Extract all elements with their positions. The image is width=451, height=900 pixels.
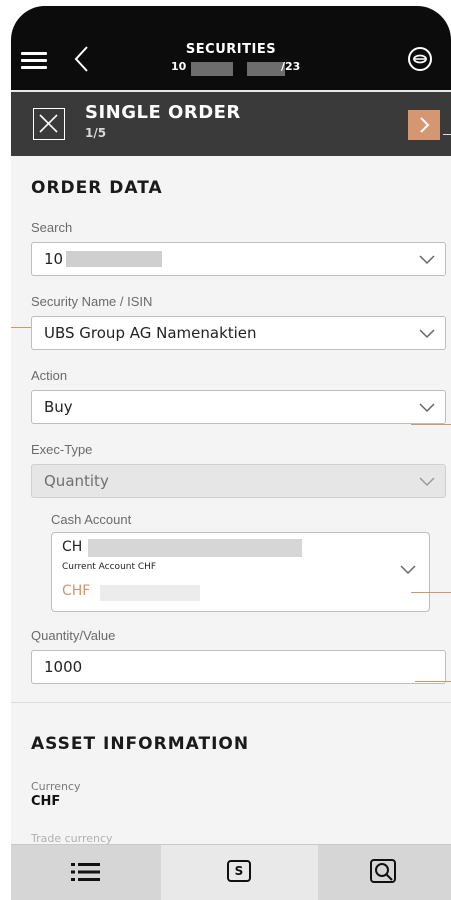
security-value: UBS Group AG Namenaktien (44, 324, 257, 342)
subtitle-suffix: /23 (281, 60, 301, 73)
redacted-block (247, 62, 285, 76)
securities-icon: S (227, 860, 251, 882)
callout-line (415, 681, 451, 682)
redacted-block (100, 585, 200, 601)
currency-label: Currency (31, 780, 81, 793)
bottom-tab-bar: S (11, 844, 451, 900)
chevron-down-icon (419, 255, 435, 265)
search-label: Search (31, 220, 73, 235)
search-value: 10 (44, 250, 64, 268)
order-step: 1/5 (85, 126, 107, 140)
list-icon (71, 863, 100, 881)
close-button[interactable] (33, 108, 65, 140)
search-field[interactable]: 10 (31, 242, 446, 276)
callout-line (11, 327, 31, 328)
subtitle-prefix: 10 (171, 60, 187, 73)
quantity-label: Quantity/Value (31, 628, 116, 643)
iban-prefix: CH (62, 539, 83, 555)
chevron-down-icon (419, 329, 435, 339)
exec-type-label: Exec-Type (31, 442, 93, 457)
callout-line (411, 424, 451, 425)
order-title: SINGLE ORDER (85, 102, 241, 123)
quantity-value: 1000 (44, 658, 83, 676)
phone-screen: SECURITIES 10 /23 SINGLE ORDER 1/5 ORDER… (11, 6, 451, 900)
order-data-heading: ORDER DATA (31, 178, 163, 198)
action-label: Action (31, 368, 68, 383)
cash-account-label: Cash Account (51, 512, 132, 527)
close-icon (39, 114, 58, 133)
redacted-block (88, 539, 302, 557)
balance-prefix: CHF (62, 583, 91, 599)
action-value: Buy (44, 398, 73, 416)
chevron-down-icon (400, 565, 416, 575)
security-select[interactable]: UBS Group AG Namenaktien (31, 316, 446, 350)
callout-line (411, 592, 451, 593)
search-icon (370, 859, 396, 883)
page-title: SECURITIES (185, 42, 277, 57)
coin-icon[interactable] (407, 46, 433, 72)
section-divider (11, 702, 451, 703)
top-header: SECURITIES 10 /23 (11, 6, 451, 90)
chevron-right-icon (420, 117, 430, 133)
header-subtitle: 10 /23 (171, 60, 331, 78)
account-name: Current Account CHF (62, 562, 157, 572)
redacted-block (191, 62, 233, 76)
chevron-down-icon (419, 477, 435, 487)
redacted-block (66, 251, 162, 267)
currency-value: CHF (31, 794, 61, 809)
exec-type-value: Quantity (44, 472, 109, 490)
next-button[interactable] (408, 110, 440, 140)
cash-account-select[interactable]: CH Current Account CHF CHF (51, 532, 430, 612)
asset-info-heading: ASSET INFORMATION (31, 734, 250, 754)
quantity-input[interactable]: 1000 (31, 650, 446, 684)
order-bar: SINGLE ORDER 1/5 (11, 90, 451, 156)
tab-list[interactable] (11, 845, 161, 900)
security-label: Security Name / ISIN (31, 294, 153, 309)
tab-search[interactable] (318, 845, 451, 900)
action-select[interactable]: Buy (31, 390, 446, 424)
tab-securities[interactable]: S (161, 845, 318, 900)
callout-line (443, 134, 451, 135)
chevron-down-icon (419, 403, 435, 413)
exec-type-select[interactable]: Quantity (31, 464, 446, 498)
